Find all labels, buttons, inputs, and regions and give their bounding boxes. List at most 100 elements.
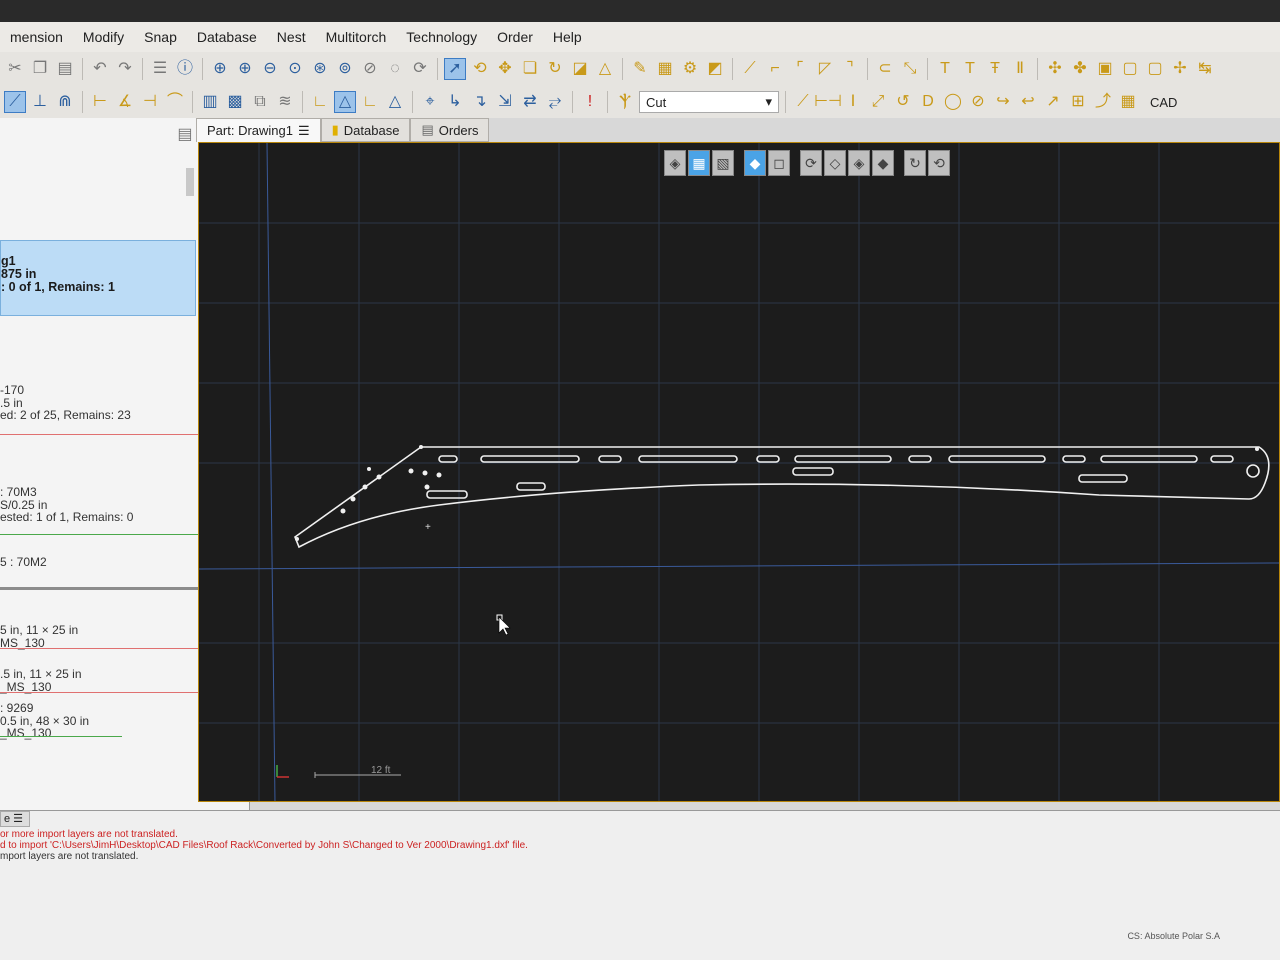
- text-vertical-icon[interactable]: Ⅱ: [1009, 58, 1031, 80]
- break-icon[interactable]: ⤡: [899, 58, 921, 80]
- plane-view-icon[interactable]: ◆: [744, 150, 766, 176]
- path-grid-icon[interactable]: ▦: [1117, 91, 1139, 113]
- properties-icon[interactable]: ☰: [149, 58, 171, 80]
- path-line-icon[interactable]: ⟋: [792, 91, 814, 113]
- snap-icon[interactable]: ⟋: [4, 91, 26, 113]
- redo-icon[interactable]: ↷: [114, 58, 136, 80]
- layer-props-icon[interactable]: ▩: [224, 91, 246, 113]
- node-edit-icon[interactable]: ✣: [1044, 58, 1066, 80]
- path-curve-icon[interactable]: ↪: [992, 91, 1014, 113]
- path-circle-slash-icon[interactable]: ⊘: [967, 91, 989, 113]
- menu-order[interactable]: Order: [487, 29, 543, 45]
- chamfer-icon[interactable]: ◸: [814, 58, 836, 80]
- info-icon[interactable]: ⓘ: [174, 58, 196, 80]
- tab-part-drawing[interactable]: Part: Drawing1 ☰: [196, 118, 321, 142]
- list-item[interactable]: 5 : 70M2: [0, 556, 230, 566]
- layer-icon[interactable]: ▥: [199, 91, 221, 113]
- path-hook-icon[interactable]: ↩: [1017, 91, 1039, 113]
- cube-front-icon[interactable]: ◇: [824, 150, 846, 176]
- frame2-icon[interactable]: ▢: [1144, 58, 1166, 80]
- sequence-icon[interactable]: ⥂: [544, 91, 566, 113]
- torch-icon[interactable]: Ⲯ: [614, 91, 636, 113]
- path-export-icon[interactable]: ⤴: [1092, 91, 1114, 113]
- alert-icon[interactable]: !: [579, 91, 601, 113]
- sheet-item[interactable]: : 9269 0.5 in, 48 × 30 in _MS_130: [0, 702, 230, 740]
- cube-iso-icon[interactable]: ◆: [872, 150, 894, 176]
- magnet-icon[interactable]: ⋒: [54, 91, 76, 113]
- layers-icon[interactable]: ≋: [274, 91, 296, 113]
- triangle-icon[interactable]: △: [334, 91, 356, 113]
- crosshair-icon[interactable]: ⌖: [419, 91, 441, 113]
- reset-view-icon[interactable]: ⟲: [928, 150, 950, 176]
- tab-database[interactable]: ▮ Database: [320, 118, 411, 142]
- pan-icon[interactable]: ◌: [384, 58, 406, 80]
- path-bridge-icon[interactable]: ⊢⊣: [814, 91, 842, 113]
- lead-in-icon[interactable]: ↳: [444, 91, 466, 113]
- path-d-icon[interactable]: D: [917, 91, 939, 113]
- cube-view-icon[interactable]: ◻: [768, 150, 790, 176]
- shape-icon[interactable]: ◩: [704, 58, 726, 80]
- grid-view-icon[interactable]: ▦: [688, 150, 710, 176]
- dimension-radius-icon[interactable]: ⌒: [164, 91, 186, 113]
- scale-icon[interactable]: △: [594, 58, 616, 80]
- drawing-canvas[interactable]: + 12 ft: [198, 142, 1280, 802]
- paste-icon[interactable]: ▤: [54, 58, 76, 80]
- selected-part-card[interactable]: g1 875 in : 0 of 1, Remains: 1: [0, 240, 196, 316]
- cad-label[interactable]: CAD: [1150, 95, 1177, 110]
- dimension-angle-icon[interactable]: ∡: [114, 91, 136, 113]
- process-select[interactable]: Cut ▾: [639, 91, 779, 113]
- list-item[interactable]: : 70M3 S/0.25 in ested: 1 of 1, Remains:…: [0, 486, 230, 524]
- brush-icon[interactable]: ✎: [629, 58, 651, 80]
- undo-icon[interactable]: ↶: [89, 58, 111, 80]
- menu-modify[interactable]: Modify: [73, 29, 134, 45]
- text-icon[interactable]: T: [959, 58, 981, 80]
- axis-icon[interactable]: ✢: [1169, 58, 1191, 80]
- fillet-icon[interactable]: ⌜: [789, 58, 811, 80]
- cut-order-icon[interactable]: ⇄: [519, 91, 541, 113]
- path-circle-icon[interactable]: ◯: [942, 91, 964, 113]
- zoom-in-icon[interactable]: ⊕: [234, 58, 256, 80]
- dimension-aligned-icon[interactable]: ⊣: [139, 91, 161, 113]
- dimension-linear-icon[interactable]: ⊢: [89, 91, 111, 113]
- corner-icon[interactable]: ∟: [309, 91, 331, 113]
- menu-multitorch[interactable]: Multitorch: [316, 29, 397, 45]
- menu-database[interactable]: Database: [187, 29, 267, 45]
- angle-icon[interactable]: ∟: [359, 91, 381, 113]
- zoom-extents-icon[interactable]: ⊚: [334, 58, 356, 80]
- rotate-icon[interactable]: ⟲: [469, 58, 491, 80]
- path-arc-icon[interactable]: ↺: [892, 91, 914, 113]
- menu-snap[interactable]: Snap: [134, 29, 187, 45]
- extend-icon[interactable]: ⌝: [839, 58, 861, 80]
- menu-help[interactable]: Help: [543, 29, 592, 45]
- frame-icon[interactable]: ▢: [1119, 58, 1141, 80]
- array-icon[interactable]: ▦: [654, 58, 676, 80]
- regenerate-icon[interactable]: ⟳: [409, 58, 431, 80]
- node-add-icon[interactable]: ✤: [1069, 58, 1091, 80]
- mirror-icon[interactable]: ◪: [569, 58, 591, 80]
- view-3d-icon[interactable]: ◈: [664, 150, 686, 176]
- sheet-item[interactable]: 5 in, 11 × 25 in MS_130: [0, 624, 230, 649]
- orbit-icon[interactable]: ⟳: [800, 150, 822, 176]
- ortho-icon[interactable]: ⊥: [29, 91, 51, 113]
- cube-side-icon[interactable]: ◈: [848, 150, 870, 176]
- bridge-icon[interactable]: ▣: [1094, 58, 1116, 80]
- zoom-window-icon[interactable]: ⊙: [284, 58, 306, 80]
- list-item[interactable]: -170 .5 in ed: 2 of 25, Remains: 23: [0, 384, 230, 422]
- grid-perspective-icon[interactable]: ▧: [712, 150, 734, 176]
- cut-icon[interactable]: ✂: [4, 58, 26, 80]
- path-plus-icon[interactable]: ⊞: [1067, 91, 1089, 113]
- zoom-previous-icon[interactable]: ⊛: [309, 58, 331, 80]
- scrollbar-thumb[interactable]: [186, 168, 194, 196]
- list-view-icon[interactable]: ▤: [174, 124, 196, 146]
- text-bold-icon[interactable]: T: [934, 58, 956, 80]
- offset-icon[interactable]: ⊂: [874, 58, 896, 80]
- zoom-out-icon[interactable]: ⊖: [259, 58, 281, 80]
- select-pointer-icon[interactable]: ➚: [444, 58, 466, 80]
- copy-entity-icon[interactable]: ❏: [519, 58, 541, 80]
- move-icon[interactable]: ✥: [494, 58, 516, 80]
- lead-out-icon[interactable]: ↴: [469, 91, 491, 113]
- path-diagonal-icon[interactable]: ⤢: [867, 91, 889, 113]
- text-rotate-icon[interactable]: Ŧ: [984, 58, 1006, 80]
- rotate-view-icon[interactable]: ↻: [904, 150, 926, 176]
- sheet-item[interactable]: .5 in, 11 × 25 in _MS_130: [0, 668, 230, 693]
